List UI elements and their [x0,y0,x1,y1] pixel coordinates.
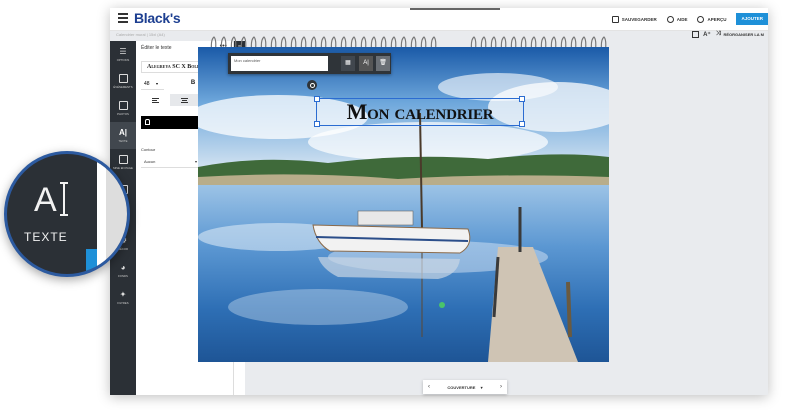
sliders-icon: ☰ [119,47,127,56]
chevron-down-icon: ▾ [194,159,197,164]
brand-logo[interactable]: Black's [134,10,181,26]
save-label: SAUVEGARDER [621,16,657,22]
text-tool-magnifier: A TEXTE [4,151,130,277]
resize-handle[interactable] [314,121,320,127]
contour-select[interactable]: Aucun ▾ [141,156,200,168]
page-select[interactable]: COUVERTURE ▾ [435,385,495,390]
prev-page-icon[interactable]: ‹ [423,384,435,390]
top-divider [410,8,500,10]
text-edit-toolbar: Mon calendrier ▦ A| 🗑 [228,53,391,74]
shuffle-icon[interactable]: ⤨ [716,31,721,38]
top-actions: SAUVEGARDER AIDE APERÇU AJOUTER [611,8,768,30]
resize-handle[interactable] [314,96,320,102]
text-content-input[interactable]: Mon calendrier [231,56,328,71]
sidebar-item-label: ÉVÉNEMENTS [113,85,133,89]
help-label: AIDE [676,16,688,22]
resize-handle[interactable] [519,121,525,127]
help-icon [666,15,674,23]
sidebar-item-label: TEXTE [118,139,128,143]
document-title: Calendrier mural | 15xl (A4) [116,32,165,37]
text-icon: A [34,181,68,219]
svg-text:A: A [34,181,57,219]
sparkle-icon: ✦ [119,290,127,299]
help-button[interactable]: AIDE [666,15,688,23]
align-left-button[interactable] [141,94,170,106]
contour-value: Aucun [144,159,156,164]
contour-label: Contour [141,147,156,152]
align-center-button[interactable] [169,94,199,106]
sidebar-item-text[interactable]: A| TEXTE [110,122,136,149]
page-label: COUVERTURE [447,384,476,390]
sidebar-item-options[interactable]: ☰ OPTIONS [110,41,136,68]
sidebar-item-label: PHOTOS [117,112,129,116]
rotate-handle-icon[interactable] [307,80,317,90]
preview-button[interactable]: APERÇU [697,15,727,23]
next-page-icon[interactable]: › [495,384,507,390]
sub-actions: A⁺ ⤨ RÉORGANISER LA M [692,31,764,38]
font-size-select[interactable]: 48 ▾ [141,78,164,90]
paint-bucket-icon [145,119,150,125]
sidebar-item-events[interactable]: ÉVÉNEMENTS [110,68,136,95]
panel-title: Éditer le texte [141,45,172,51]
resize-handle[interactable] [519,96,525,102]
rearrange-label[interactable]: RÉORGANISER LA M [723,32,764,37]
sidebar-item-label: OPTIONS [116,58,130,62]
text-icon: A| [118,128,127,137]
eye-icon [697,15,705,23]
preview-label: APERÇU [707,16,727,22]
magnifier-content: A TEXTE [7,154,127,274]
calendar-canvas[interactable] [198,47,609,362]
align-center-icon [180,97,188,104]
image-icon [118,101,128,110]
menu-icon[interactable] [118,13,128,23]
image-add-icon[interactable] [692,31,700,38]
text-size-icon[interactable]: A⁺ [703,31,711,38]
calendar-title-textbox[interactable]: Mon calendrier [316,98,524,126]
magnifier-panel-bg [106,154,127,274]
save-button[interactable]: SAUVEGARDER [611,15,657,23]
lake-boat-photo [198,47,609,362]
magnifier-panel-edge [97,154,106,274]
font-family-value: Alegreya SC X Bold [147,64,200,70]
sidebar-item-photos[interactable]: PHOTOS [110,95,136,122]
magnifier-accent [86,249,97,274]
calendar-icon [118,74,128,83]
font-size-value: 48 [144,81,150,87]
sidebar-item-filters[interactable]: ✦ FILTRES [110,284,136,311]
top-bar: Black's SAUVEGARDER AIDE APERÇU AJOUTER [110,8,768,31]
grid-icon[interactable]: ▦ [341,56,355,71]
page-navigation: ‹ COUVERTURE ▾ › [423,380,507,394]
align-left-icon [151,97,159,104]
add-to-cart-button[interactable]: AJOUTER [736,13,768,25]
chevron-down-icon: ▾ [155,81,158,86]
sidebar-item-label: FILTRES [117,301,129,305]
sidebar-item-label: FONDS [118,274,128,278]
trash-icon[interactable]: 🗑 [376,56,390,71]
chevron-down-icon: ▾ [480,384,483,390]
save-icon [611,15,619,23]
text-tool-button[interactable]: A| [359,56,373,71]
magnifier-label: TEXTE [24,230,68,244]
